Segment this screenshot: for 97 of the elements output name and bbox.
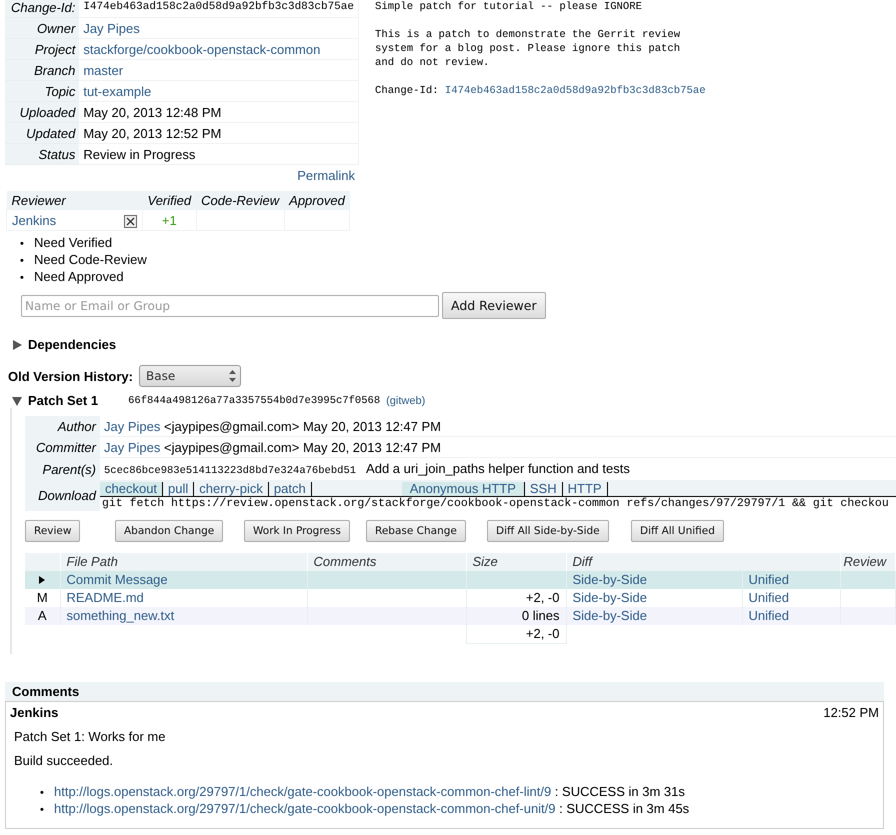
action-button[interactable]: Diff All Unified <box>631 520 724 542</box>
protocol-tab[interactable]: HTTP <box>562 482 608 496</box>
action-button[interactable]: Rebase Change <box>366 520 466 542</box>
remove-reviewer-icon[interactable] <box>124 214 137 228</box>
download-command-tab[interactable]: pull <box>163 482 194 496</box>
column-header: Size <box>466 552 566 570</box>
download-command-tab[interactable]: patch <box>268 482 312 496</box>
requirement-item: Need Code-Review <box>34 252 147 267</box>
bullet: • <box>40 786 45 800</box>
file-size: +2, -0 <box>526 590 560 605</box>
field-label: Parent(s) <box>25 458 100 480</box>
field-link[interactable]: master <box>83 62 124 78</box>
download-command: git fetch https://review.openstack.org/stackforge/cookbook-openstack-common refs/changes/97/29797/1 && git checkou <box>101 497 890 510</box>
field-link[interactable]: Jay Pipes <box>83 20 140 36</box>
column-header: Verified <box>142 191 196 210</box>
commit-message-line: This is a patch to demonstrate the Gerrit review <box>374 28 682 42</box>
comment-time: 12:52 PM <box>823 704 879 720</box>
commit-message-line: and do not review. <box>374 56 490 70</box>
field-value: May 20, 2013 12:52 PM <box>79 122 358 144</box>
person-link[interactable]: Jay Pipes <box>104 418 160 434</box>
field-value: I474eb463ad158c2a0d58d9a92bfb3c3d83cb75ae <box>79 0 358 18</box>
permalink-link[interactable]: Permalink <box>297 168 355 183</box>
comments-header: Comments <box>5 682 884 700</box>
version-select[interactable]: Base <box>138 365 241 387</box>
patch-set-toggle-icon[interactable] <box>12 396 22 406</box>
add-reviewer-button[interactable]: Add Reviewer <box>442 292 546 319</box>
vote-value: +1 <box>162 212 177 228</box>
field-link[interactable]: stackforge/cookbook-openstack-common <box>83 42 320 56</box>
download-command-tab[interactable]: cherry-pick <box>194 482 269 496</box>
column-header: Diff <box>566 552 840 570</box>
field-label: Committer <box>25 436 100 458</box>
comment-text: Patch Set 1: Works for me <box>14 728 166 744</box>
comment-text: Build succeeded. <box>14 752 114 768</box>
spinner-arrows-icon <box>228 370 236 382</box>
person-email: <jaypipes@gmail.com> <box>164 418 300 434</box>
protocol-tab[interactable]: SSH <box>524 482 563 496</box>
parent-hash: 5cec86bce983e514113223d8bd7e324a76bebd51 <box>104 465 356 477</box>
field-value: Review in Progress <box>79 144 358 164</box>
field-label: Status <box>5 144 80 164</box>
column-header: Reviewer <box>6 191 142 210</box>
field-label: Download <box>25 480 100 510</box>
bullet: • <box>20 271 25 286</box>
section-title: Patch Set 1 <box>28 393 98 408</box>
total-size: +2, -0 <box>526 626 560 641</box>
file-status: M <box>36 590 48 605</box>
file-link[interactable]: README.md <box>66 590 144 605</box>
commit-date: May 20, 2013 12:47 PM <box>302 418 441 434</box>
field-label: Branch <box>5 60 80 80</box>
requirement-item: Need Verified <box>34 235 112 250</box>
bullet: • <box>40 802 45 818</box>
column-header: Review <box>840 552 895 570</box>
field-label: Old Version History: <box>8 368 133 384</box>
action-button[interactable]: Review <box>25 520 80 542</box>
file-status: A <box>38 608 47 623</box>
field-label: Change-Id: <box>5 0 80 18</box>
field-label: Uploaded <box>5 102 80 122</box>
field-label: Updated <box>5 122 80 144</box>
field-label: Author <box>25 416 100 436</box>
column-header: File Path <box>60 552 307 570</box>
parent-subject: Add a uri_join_paths helper function and tests <box>366 461 630 476</box>
action-button[interactable]: Work In Progress <box>244 520 350 542</box>
column-header: Approved <box>284 191 350 210</box>
bullet: • <box>20 237 25 252</box>
section-title: Dependencies <box>28 337 116 352</box>
file-size: 0 lines <box>522 608 560 623</box>
commit-message-line: system for a blog post. Please ignore this patch <box>374 42 682 56</box>
dependencies-toggle-icon[interactable] <box>12 340 22 350</box>
protocol-tab[interactable]: Anonymous HTTP <box>402 482 525 496</box>
log-link[interactable]: http://logs.openstack.org/29797/1/check/gate-cookbook-openstack-common-chef-unit/9 <box>54 800 556 816</box>
bullet: • <box>20 254 25 269</box>
requirement-item: Need Approved <box>34 269 124 284</box>
field-label: Topic <box>5 80 80 102</box>
person-link[interactable]: Jay Pipes <box>104 440 160 454</box>
build-result: : SUCCESS in 3m 45s <box>559 800 690 816</box>
comment-author: Jenkins <box>10 704 58 720</box>
commit-hash: 66f844a498126a77a3357554b0d7e3995c7f0568 <box>128 394 380 406</box>
column-header: Comments <box>307 552 466 570</box>
reviewer-input-field[interactable]: Name or Email or Group <box>21 294 439 316</box>
download-command-tab[interactable]: checkout <box>100 482 164 496</box>
change-id-label: Change-Id: <box>374 85 439 97</box>
log-link[interactable]: http://logs.openstack.org/29797/1/check/gate-cookbook-openstack-common-chef-lint/9 <box>54 784 552 798</box>
gitweb-link[interactable]: (gitweb) <box>386 394 426 406</box>
column-header: Code-Review <box>196 191 284 210</box>
action-button[interactable]: Abandon Change <box>115 520 224 542</box>
field-label: Project <box>5 38 80 60</box>
commit-date: May 20, 2013 12:47 PM <box>302 440 441 454</box>
person-email: <jaypipes@gmail.com> <box>164 440 300 454</box>
field-link[interactable]: tut-example <box>83 84 152 98</box>
row-pointer-icon <box>39 576 46 584</box>
field-label: Owner <box>5 18 80 38</box>
field-value: May 20, 2013 12:48 PM <box>79 102 358 122</box>
change-id-link[interactable]: I474eb463ad158c2a0d58d9a92bfb3c3d83cb75ae <box>444 85 706 97</box>
action-button[interactable]: Diff All Side-by-Side <box>487 520 609 542</box>
commit-subject: Simple patch for tutorial -- please IGNORE <box>374 0 643 14</box>
build-result: : SUCCESS in 3m 31s <box>554 784 685 798</box>
diff-link[interactable]: Unified <box>748 590 789 605</box>
diff-link[interactable]: Side-by-Side <box>572 590 647 605</box>
